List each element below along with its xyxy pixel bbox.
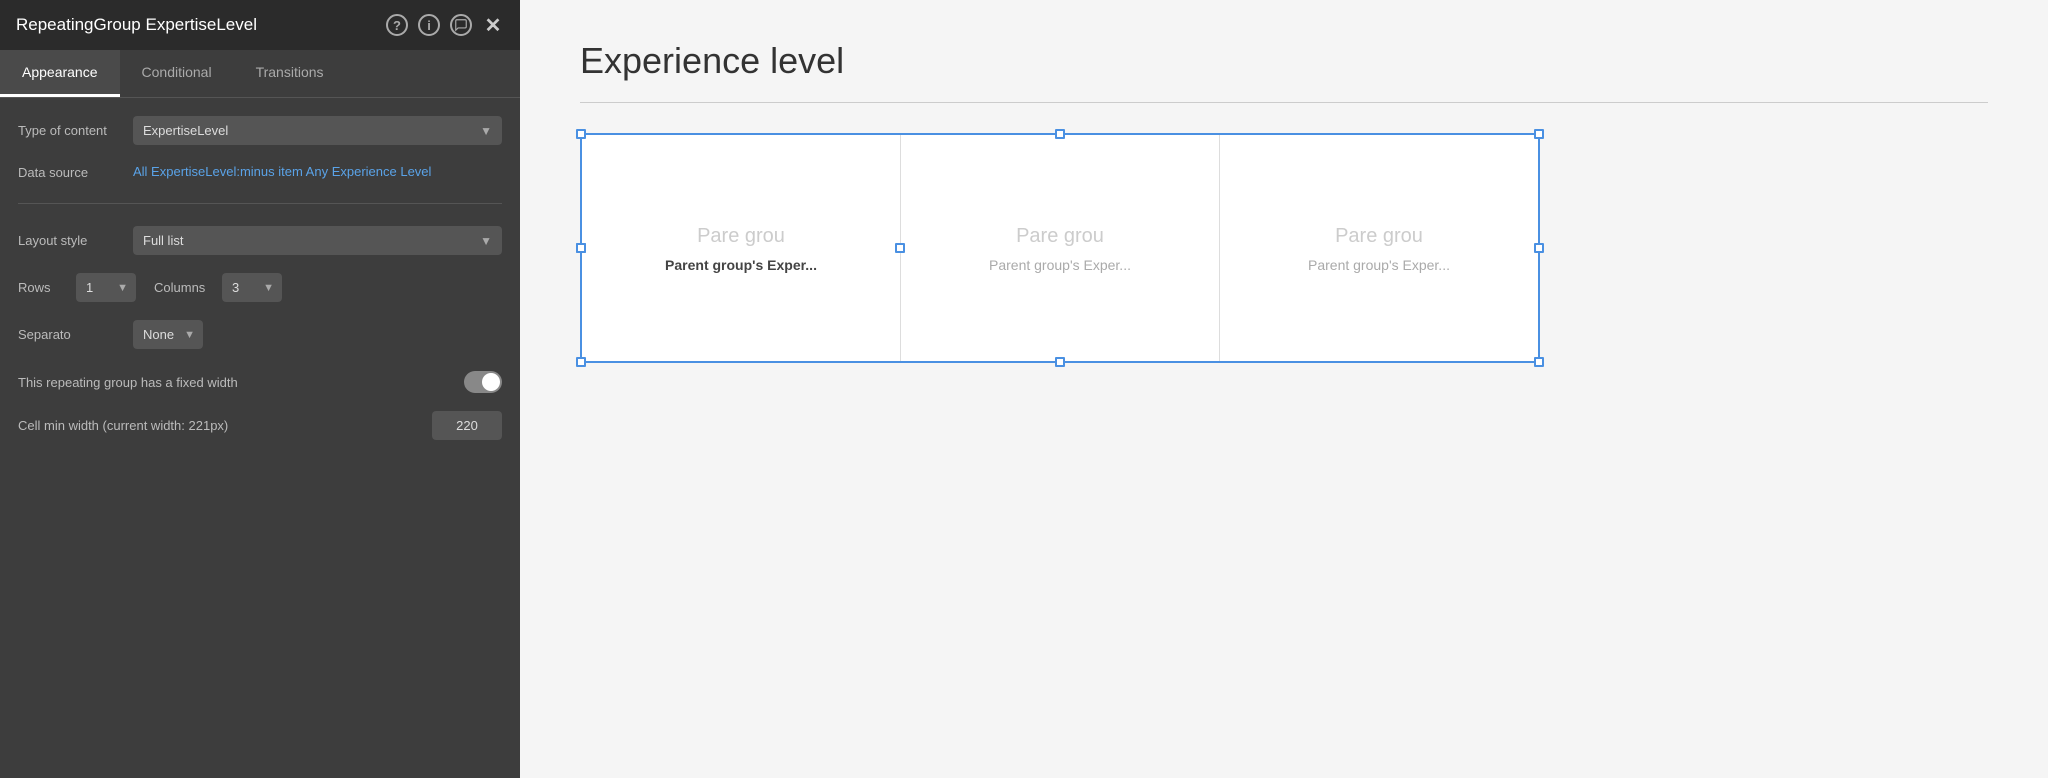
- tabs-bar: Appearance Conditional Transitions: [0, 50, 520, 98]
- layout-style-select[interactable]: Full list: [133, 226, 502, 255]
- rg-cell-3[interactable]: Pare grou Parent group's Exper...: [1220, 135, 1538, 361]
- fixed-width-row: This repeating group has a fixed width: [18, 371, 502, 393]
- tab-transitions[interactable]: Transitions: [234, 50, 346, 97]
- rg-cell-1-top: Pare grou: [697, 223, 785, 249]
- fixed-width-label: This repeating group has a fixed width: [18, 375, 238, 390]
- columns-select-wrapper: 3 ▼: [222, 273, 282, 302]
- repeating-group[interactable]: Pare grou Parent group's Exper... Pare g…: [580, 133, 1540, 363]
- rows-label: Rows: [18, 280, 68, 295]
- rows-select[interactable]: 1: [76, 273, 136, 302]
- right-canvas: Experience level Pare grou Parent group'…: [520, 0, 2048, 778]
- separator-select[interactable]: None: [133, 320, 203, 349]
- rg-cell-2-top: Pare grou: [1016, 223, 1104, 249]
- cell-min-input[interactable]: [432, 411, 502, 440]
- rg-cell-3-top: Pare grou: [1335, 223, 1423, 249]
- type-of-content-select-wrapper: ExpertiseLevel ▼: [133, 116, 502, 145]
- data-source-value[interactable]: All ExpertiseLevel:minus item Any Experi…: [133, 163, 431, 181]
- chat-icon[interactable]: [450, 14, 472, 36]
- fixed-width-toggle[interactable]: [464, 371, 502, 393]
- header-icons: ? i ✕: [386, 14, 504, 36]
- rows-select-wrapper: 1 ▼: [76, 273, 136, 302]
- data-source-row: Data source All ExpertiseLevel:minus ite…: [18, 163, 502, 181]
- close-icon[interactable]: ✕: [482, 14, 504, 36]
- left-panel: RepeatingGroup ExpertiseLevel ? i ✕ Appe…: [0, 0, 520, 778]
- canvas-title: Experience level: [580, 40, 1988, 82]
- separator-label: Separato: [18, 327, 123, 342]
- info-icon[interactable]: i: [418, 14, 440, 36]
- tab-conditional[interactable]: Conditional: [120, 50, 234, 97]
- layout-style-row: Layout style Full list ▼: [18, 226, 502, 255]
- cell-handle-2[interactable]: [895, 243, 905, 253]
- divider-1: [18, 203, 502, 204]
- columns-label: Columns: [154, 280, 214, 295]
- data-source-label: Data source: [18, 165, 123, 180]
- rg-cell-2[interactable]: Pare grou Parent group's Exper...: [901, 135, 1220, 361]
- tab-appearance[interactable]: Appearance: [0, 50, 120, 97]
- layout-style-label: Layout style: [18, 233, 123, 248]
- cell-min-row: Cell min width (current width: 221px): [18, 411, 502, 440]
- layout-style-select-wrapper: Full list ▼: [133, 226, 502, 255]
- type-of-content-label: Type of content: [18, 123, 123, 138]
- columns-select[interactable]: 3: [222, 273, 282, 302]
- type-of-content-select[interactable]: ExpertiseLevel: [133, 116, 502, 145]
- canvas-divider: [580, 102, 1988, 103]
- rg-cell-1[interactable]: Pare grou Parent group's Exper...: [582, 135, 901, 361]
- separator-row: Separato None ▼: [18, 320, 502, 349]
- panel-title: RepeatingGroup ExpertiseLevel: [16, 15, 376, 35]
- cell-handle-1[interactable]: [576, 243, 586, 253]
- cell-min-label: Cell min width (current width: 221px): [18, 418, 228, 433]
- rg-cell-2-bottom: Parent group's Exper...: [989, 257, 1131, 273]
- panel-header: RepeatingGroup ExpertiseLevel ? i ✕: [0, 0, 520, 50]
- rows-cols-row: Rows 1 ▼ Columns 3 ▼: [18, 273, 502, 302]
- panel-content: Type of content ExpertiseLevel ▼ Data so…: [0, 98, 520, 778]
- type-of-content-row: Type of content ExpertiseLevel ▼: [18, 116, 502, 145]
- help-icon[interactable]: ?: [386, 14, 408, 36]
- rg-cell-1-bottom: Parent group's Exper...: [665, 257, 817, 273]
- rg-cell-3-bottom: Parent group's Exper...: [1308, 257, 1450, 273]
- separator-select-wrapper: None ▼: [133, 320, 203, 349]
